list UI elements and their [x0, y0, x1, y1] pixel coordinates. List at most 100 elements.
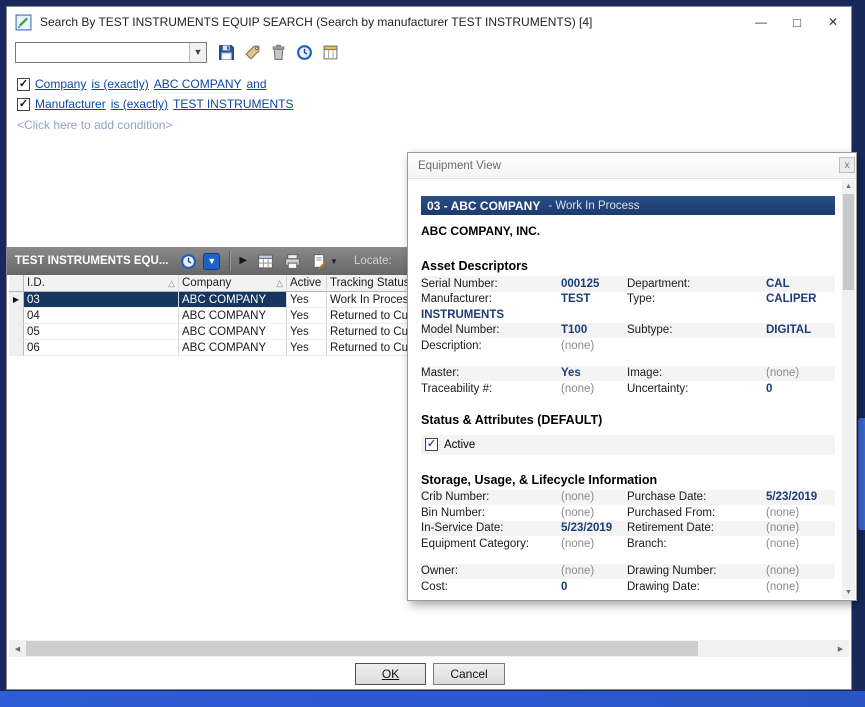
row-selector[interactable]	[9, 324, 24, 340]
panel-close-button[interactable]: x	[839, 157, 855, 173]
row-selector[interactable]: ▶	[9, 292, 24, 308]
field-value: 5/23/2019	[766, 491, 835, 503]
minimize-button[interactable]: —	[743, 7, 779, 37]
add-condition-link[interactable]: <Click here to add condition>	[17, 118, 172, 132]
combo-dropdown-icon[interactable]: ▼	[189, 43, 206, 62]
tag-button[interactable]	[244, 44, 261, 61]
condition-operator-link[interactable]: is (exactly)	[91, 77, 148, 91]
ok-button[interactable]: OK	[355, 663, 426, 685]
field-label: Cost:	[421, 581, 561, 593]
scrollbar-thumb[interactable]	[843, 194, 854, 290]
panel-content: 03 - ABC COMPANY - Work In Process ABC C…	[408, 180, 842, 600]
condition-value-link[interactable]: TEST INSTRUMENTS	[173, 97, 293, 111]
field-value: (none)	[766, 367, 835, 379]
field-value: 000125	[561, 278, 627, 290]
column-header-company[interactable]: Company△	[179, 275, 287, 292]
table-row[interactable]: 06 ABC COMPANY Yes Returned to Cu	[9, 340, 413, 356]
scroll-left-icon[interactable]: ◀	[9, 640, 26, 657]
results-table: I.D.△ Company△ Active Tracking Status ▶ …	[9, 275, 413, 356]
condition-value-link[interactable]: ABC COMPANY	[154, 77, 242, 91]
refresh-schedule-button[interactable]	[180, 253, 197, 270]
cell-id[interactable]: 04	[24, 308, 179, 324]
save-search-button[interactable]	[218, 44, 235, 61]
cell-id[interactable]: 06	[24, 340, 179, 356]
cell-company[interactable]: ABC COMPANY	[179, 292, 287, 308]
locate-label: Locate:	[354, 255, 392, 267]
field-value: 0	[766, 383, 835, 395]
condition-checkbox[interactable]: ✓	[17, 98, 30, 111]
cell-company[interactable]: ABC COMPANY	[179, 324, 287, 340]
column-header-id[interactable]: I.D.△	[24, 275, 179, 292]
cell-active[interactable]: Yes	[287, 308, 327, 324]
cell-active[interactable]: Yes	[287, 340, 327, 356]
column-header-active[interactable]: Active	[287, 275, 327, 292]
condition-field-link[interactable]: Company	[35, 77, 86, 91]
field-row: Manufacturer: TEST Type: CALIPER	[421, 292, 835, 308]
results-title: TEST INSTRUMENTS EQU...	[15, 255, 168, 267]
field-label: Serial Number:	[421, 278, 561, 290]
condition-operator-link[interactable]: is (exactly)	[111, 97, 168, 111]
field-gap	[421, 552, 835, 564]
export-button[interactable]	[311, 253, 328, 270]
window-title: Search By TEST INSTRUMENTS EQUIP SEARCH …	[40, 15, 592, 29]
table-row[interactable]: ▶ 03 ABC COMPANY Yes Work In Proces	[9, 292, 413, 308]
saved-search-input[interactable]	[16, 43, 189, 62]
maximize-button[interactable]: □	[779, 7, 815, 37]
cell-id[interactable]: 03	[24, 292, 179, 308]
cell-tracking[interactable]: Returned to Cu	[327, 324, 413, 340]
vertical-scrollbar[interactable]: ▲ ▼	[842, 180, 855, 599]
field-value: (none)	[766, 581, 835, 593]
cell-id[interactable]: 05	[24, 324, 179, 340]
cell-active[interactable]: Yes	[287, 292, 327, 308]
cancel-button[interactable]: Cancel	[433, 663, 505, 685]
delete-button[interactable]	[270, 44, 287, 61]
save-icon	[218, 44, 235, 61]
field-row: INSTRUMENTS	[421, 307, 835, 323]
run-button[interactable]: ▶	[239, 256, 247, 266]
horizontal-scrollbar[interactable]: ◀ ▶	[9, 640, 849, 657]
cell-tracking[interactable]: Work In Proces	[327, 292, 413, 308]
cell-company[interactable]: ABC COMPANY	[179, 340, 287, 356]
field-value: TEST	[561, 293, 627, 305]
field-label: Uncertainty:	[627, 383, 766, 395]
column-label: Active	[290, 277, 321, 289]
column-header-tracking[interactable]: Tracking Status	[327, 275, 413, 292]
report-button[interactable]	[322, 44, 339, 61]
field-value: CAL	[766, 278, 835, 290]
table-row[interactable]: 04 ABC COMPANY Yes Returned to Cu	[9, 308, 413, 324]
selector-header	[9, 275, 24, 292]
app-icon	[15, 14, 32, 31]
table-row[interactable]: 05 ABC COMPANY Yes Returned to Cu	[9, 324, 413, 340]
title-bar[interactable]: Search By TEST INSTRUMENTS EQUIP SEARCH …	[7, 7, 851, 37]
condition-checkbox[interactable]: ✓	[17, 78, 30, 91]
field-row: Serial Number: 000125 Department: CAL	[421, 276, 835, 292]
saved-search-combobox[interactable]: ▼	[15, 42, 207, 63]
scroll-down-icon[interactable]: ▼	[842, 586, 855, 599]
collapse-panel-button[interactable]: ▼	[203, 253, 220, 270]
cell-company[interactable]: ABC COMPANY	[179, 308, 287, 324]
schedule-button[interactable]	[296, 44, 313, 61]
desktop-accent	[858, 418, 865, 530]
print-button[interactable]	[284, 253, 301, 270]
toolbar-separator	[229, 251, 230, 271]
row-selector[interactable]	[9, 308, 24, 324]
field-value: (none)	[561, 340, 627, 352]
scroll-right-icon[interactable]: ▶	[832, 640, 849, 657]
row-selector[interactable]	[9, 340, 24, 356]
grid-view-button[interactable]	[257, 253, 274, 270]
field-value: (none)	[561, 538, 627, 550]
cell-tracking[interactable]: Returned to Cu	[327, 308, 413, 324]
cell-active[interactable]: Yes	[287, 324, 327, 340]
scrollbar-thumb[interactable]	[26, 641, 698, 656]
field-value: Yes	[561, 367, 627, 379]
condition-field-link[interactable]: Manufacturer	[35, 97, 106, 111]
cell-tracking[interactable]: Returned to Cu	[327, 340, 413, 356]
printer-icon	[284, 253, 301, 270]
field-label: Drawing Date:	[627, 581, 766, 593]
active-checkbox[interactable]: ✓	[425, 438, 438, 451]
condition-conjunction-link[interactable]: and	[247, 77, 267, 91]
scroll-up-icon[interactable]: ▲	[842, 180, 855, 193]
close-button[interactable]: ✕	[815, 7, 851, 37]
field-label: Department:	[627, 278, 766, 290]
export-dropdown-icon[interactable]: ▼	[330, 257, 338, 266]
